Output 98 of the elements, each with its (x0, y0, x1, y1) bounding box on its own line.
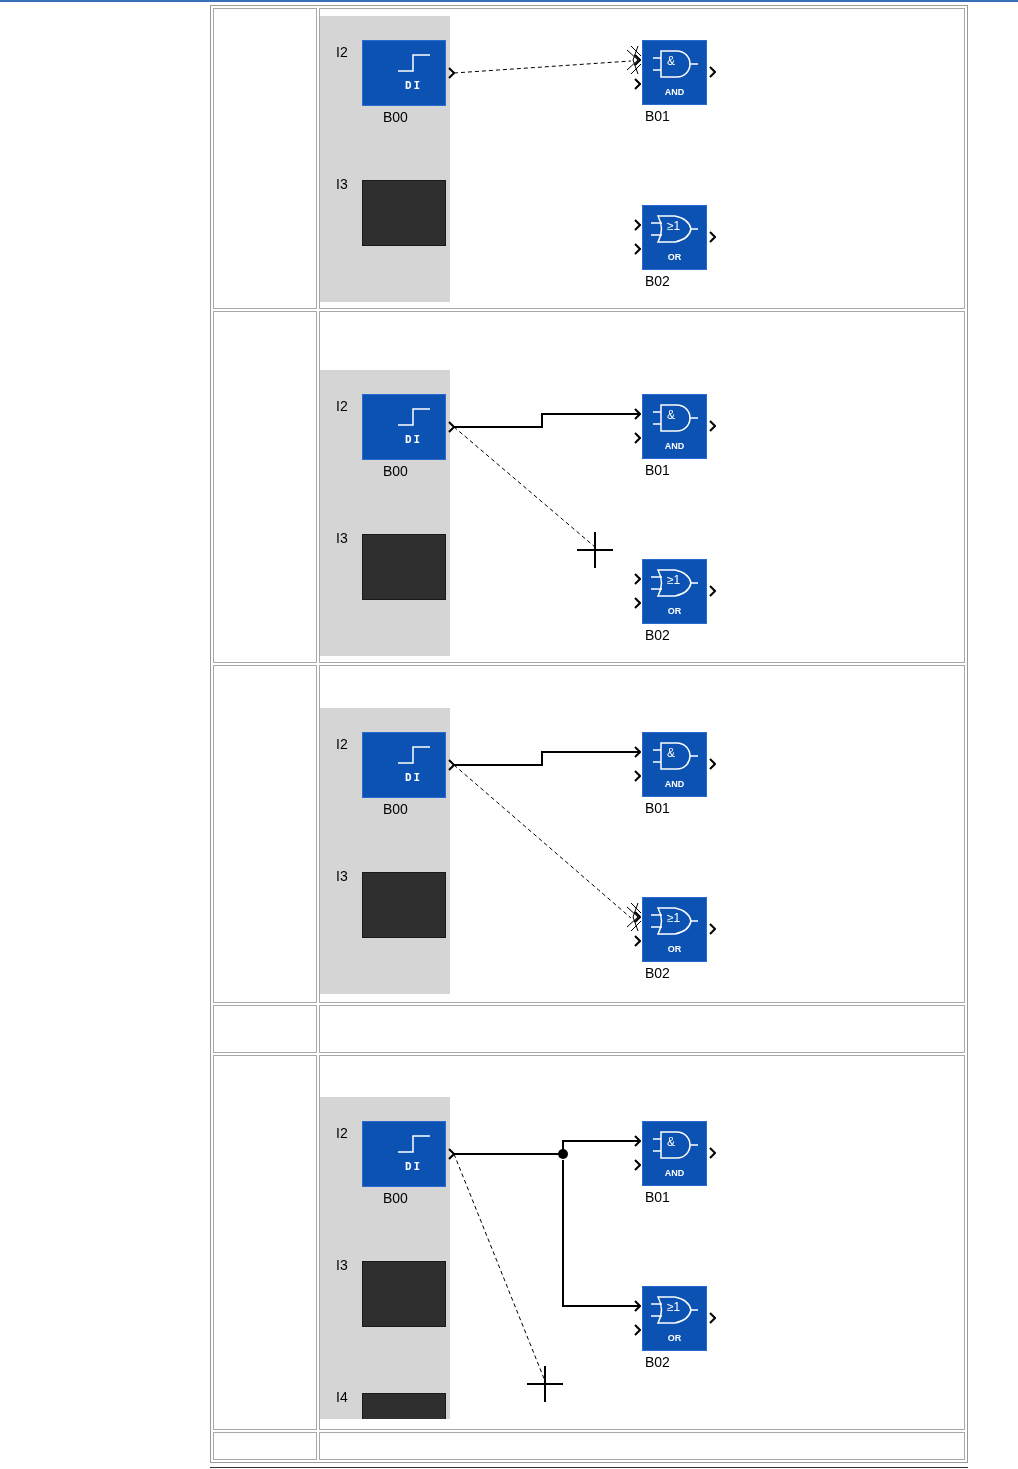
gate-block[interactable]: ≥1 OR (642, 205, 707, 270)
gate-type: AND (663, 87, 686, 98)
block-name: B02 (645, 627, 670, 643)
gate-type: OR (666, 606, 683, 617)
port-icon (634, 432, 641, 444)
or-gate-icon (649, 905, 701, 937)
sparkle-cursor-icon (626, 902, 642, 932)
gate-block[interactable]: & AND (642, 40, 707, 105)
or-gate-icon (649, 567, 701, 599)
block-name: B02 (645, 965, 670, 981)
input-label: I2 (336, 736, 348, 752)
gate-block[interactable]: & AND (642, 732, 707, 797)
port-icon (634, 1159, 641, 1171)
port-icon (448, 1148, 455, 1160)
port-icon (634, 935, 641, 947)
gate-type: AND (663, 779, 686, 790)
block-type: DI (405, 1160, 423, 1173)
gate-symbol: ≥1 (667, 1299, 681, 1315)
port-icon (634, 597, 641, 609)
gate-type: OR (666, 252, 683, 263)
block-name: B02 (645, 1354, 670, 1370)
port-icon (634, 911, 641, 923)
block-type: DI (405, 79, 423, 92)
gate-symbol: ≥1 (667, 910, 681, 926)
port-icon (448, 759, 455, 771)
port-icon (634, 746, 641, 758)
block-name: B02 (645, 273, 670, 289)
block-name: B00 (383, 463, 408, 479)
port-icon (709, 923, 716, 935)
gate-symbol: & (667, 53, 675, 69)
gate-symbol: & (667, 745, 675, 761)
input-label: I2 (336, 398, 348, 414)
step-icon (397, 53, 431, 73)
step-icon (397, 407, 431, 427)
input-label: I3 (336, 868, 348, 884)
port-icon (634, 408, 641, 420)
gate-symbol: & (667, 407, 675, 423)
gate-symbol: ≥1 (667, 572, 681, 588)
port-icon (709, 1147, 716, 1159)
empty-block[interactable] (362, 872, 446, 938)
gate-symbol: ≥1 (667, 218, 681, 234)
port-icon (448, 67, 455, 79)
port-icon (709, 66, 716, 78)
crosshair-icon (526, 1365, 564, 1403)
di-block[interactable]: DI (362, 732, 446, 798)
block-type: DI (405, 771, 423, 784)
input-label: I2 (336, 1125, 348, 1141)
port-icon (634, 770, 641, 782)
di-block[interactable]: DI (362, 394, 446, 460)
port-icon (709, 585, 716, 597)
input-label: I3 (336, 1257, 348, 1273)
crosshair-icon (576, 531, 614, 569)
port-icon (634, 54, 641, 66)
block-name: B01 (645, 800, 670, 816)
gate-block[interactable]: & AND (642, 394, 707, 459)
or-gate-icon (649, 213, 701, 245)
gate-block[interactable]: ≥1 OR (642, 559, 707, 624)
block-name: B00 (383, 801, 408, 817)
gate-type: AND (663, 441, 686, 452)
port-icon (709, 231, 716, 243)
block-name: B00 (383, 109, 408, 125)
block-name: B01 (645, 462, 670, 478)
gate-symbol: & (667, 1134, 675, 1150)
port-icon (634, 1135, 641, 1147)
gate-type: AND (663, 1168, 686, 1179)
junction-dot (558, 1149, 568, 1159)
di-block[interactable]: DI (362, 40, 446, 106)
empty-block[interactable] (362, 1261, 446, 1327)
port-icon (709, 420, 716, 432)
port-icon (634, 78, 641, 90)
port-icon (634, 219, 641, 231)
step-icon (397, 745, 431, 765)
step-icon (397, 1134, 431, 1154)
gate-block[interactable]: ≥1 OR (642, 1286, 707, 1351)
port-icon (634, 1300, 641, 1312)
port-icon (634, 573, 641, 585)
empty-block[interactable] (362, 180, 446, 246)
block-name: B01 (645, 108, 670, 124)
di-block[interactable]: DI (362, 1121, 446, 1187)
port-icon (709, 1312, 716, 1324)
port-icon (709, 758, 716, 770)
gate-type: OR (666, 944, 683, 955)
block-name: B00 (383, 1190, 408, 1206)
gate-block[interactable]: ≥1 OR (642, 897, 707, 962)
port-icon (448, 421, 455, 433)
block-name: B01 (645, 1189, 670, 1205)
input-label: I3 (336, 176, 348, 192)
input-label: I4 (336, 1389, 348, 1405)
input-label: I2 (336, 44, 348, 60)
input-label: I3 (336, 530, 348, 546)
port-icon (634, 243, 641, 255)
empty-block[interactable] (362, 534, 446, 600)
gate-block[interactable]: & AND (642, 1121, 707, 1186)
sparkle-cursor-icon (626, 45, 642, 75)
port-icon (634, 1324, 641, 1336)
block-type: DI (405, 433, 423, 446)
gate-type: OR (666, 1333, 683, 1344)
or-gate-icon (649, 1294, 701, 1326)
